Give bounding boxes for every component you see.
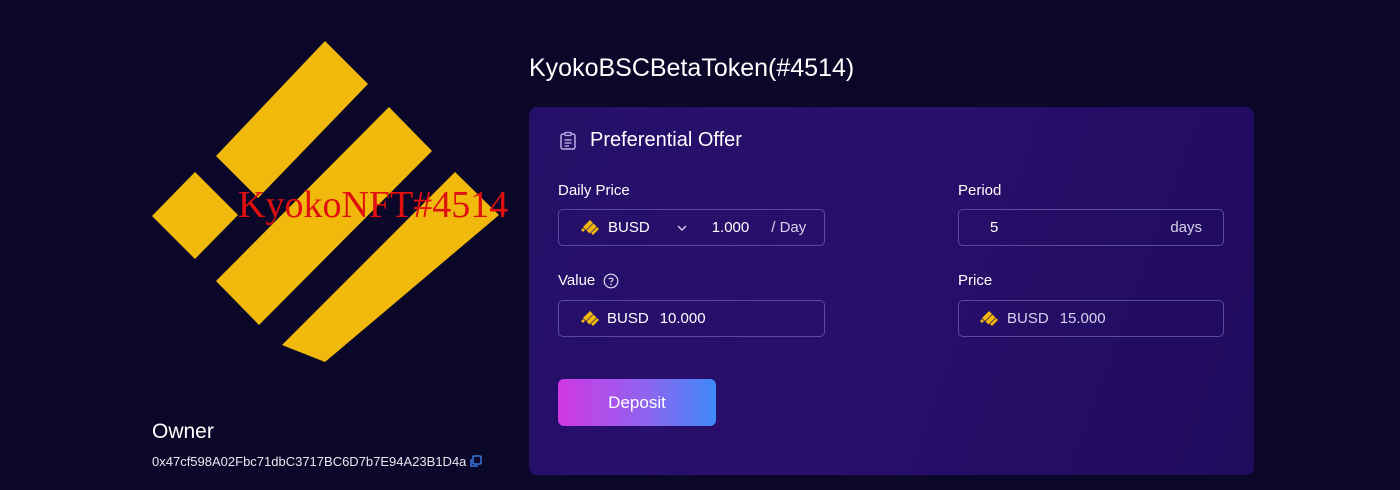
period-label: Period xyxy=(958,182,1001,199)
daily-price-amount[interactable]: 1.000 xyxy=(712,219,750,236)
daily-price-label: Daily Price xyxy=(558,182,630,199)
nft-overlay-text: KyokoNFT#4514 xyxy=(238,184,509,226)
busd-coin-icon xyxy=(979,309,999,329)
price-currency: BUSD xyxy=(1007,310,1049,327)
daily-price-unit: / Day xyxy=(771,219,807,236)
price-label: Price xyxy=(958,272,992,289)
owner-address-row: 0x47cf598A02Fbc71dbC3717BC6D7b7E94A23B1D… xyxy=(152,454,483,469)
value-label: Value xyxy=(558,272,619,289)
copy-icon[interactable] xyxy=(469,455,483,468)
daily-price-currency: BUSD xyxy=(608,219,650,236)
page: KyokoNFT#4514 Owner 0x47cf598A02Fbc71dbC… xyxy=(0,0,1400,490)
owner-address: 0x47cf598A02Fbc71dbC3717BC6D7b7E94A23B1D… xyxy=(152,454,467,469)
period-value[interactable]: 5 xyxy=(990,219,998,236)
value-amount: 10.000 xyxy=(659,310,706,327)
token-title: KyokoBSCBetaToken(#4514) xyxy=(529,54,855,82)
daily-price-label-text: Daily Price xyxy=(558,182,630,199)
period-field[interactable]: 5 days xyxy=(958,209,1224,246)
card-header: Preferential Offer xyxy=(558,129,742,152)
question-circle-icon[interactable] xyxy=(603,273,619,289)
value-field: BUSD 10.000 xyxy=(558,300,825,337)
card-title: Preferential Offer xyxy=(590,129,742,151)
price-label-text: Price xyxy=(958,272,993,289)
value-label-text: Value xyxy=(558,272,596,289)
price-field: BUSD 15.000 xyxy=(958,300,1224,337)
price-amount: 15.000 xyxy=(1059,310,1106,327)
value-currency: BUSD xyxy=(607,310,649,327)
busd-coin-icon xyxy=(580,218,600,238)
deposit-button[interactable]: Deposit xyxy=(558,379,716,426)
period-label-text: Period xyxy=(958,182,1002,199)
period-unit: days xyxy=(1170,219,1202,236)
preferential-offer-card: Preferential Offer Daily Price BUSD 1.00… xyxy=(529,107,1254,475)
daily-price-field[interactable]: BUSD 1.000 / Day xyxy=(558,209,825,246)
chevron-down-icon[interactable] xyxy=(676,222,688,234)
owner-label: Owner xyxy=(152,420,214,443)
clipboard-icon xyxy=(558,131,578,151)
busd-coin-icon xyxy=(580,309,600,329)
